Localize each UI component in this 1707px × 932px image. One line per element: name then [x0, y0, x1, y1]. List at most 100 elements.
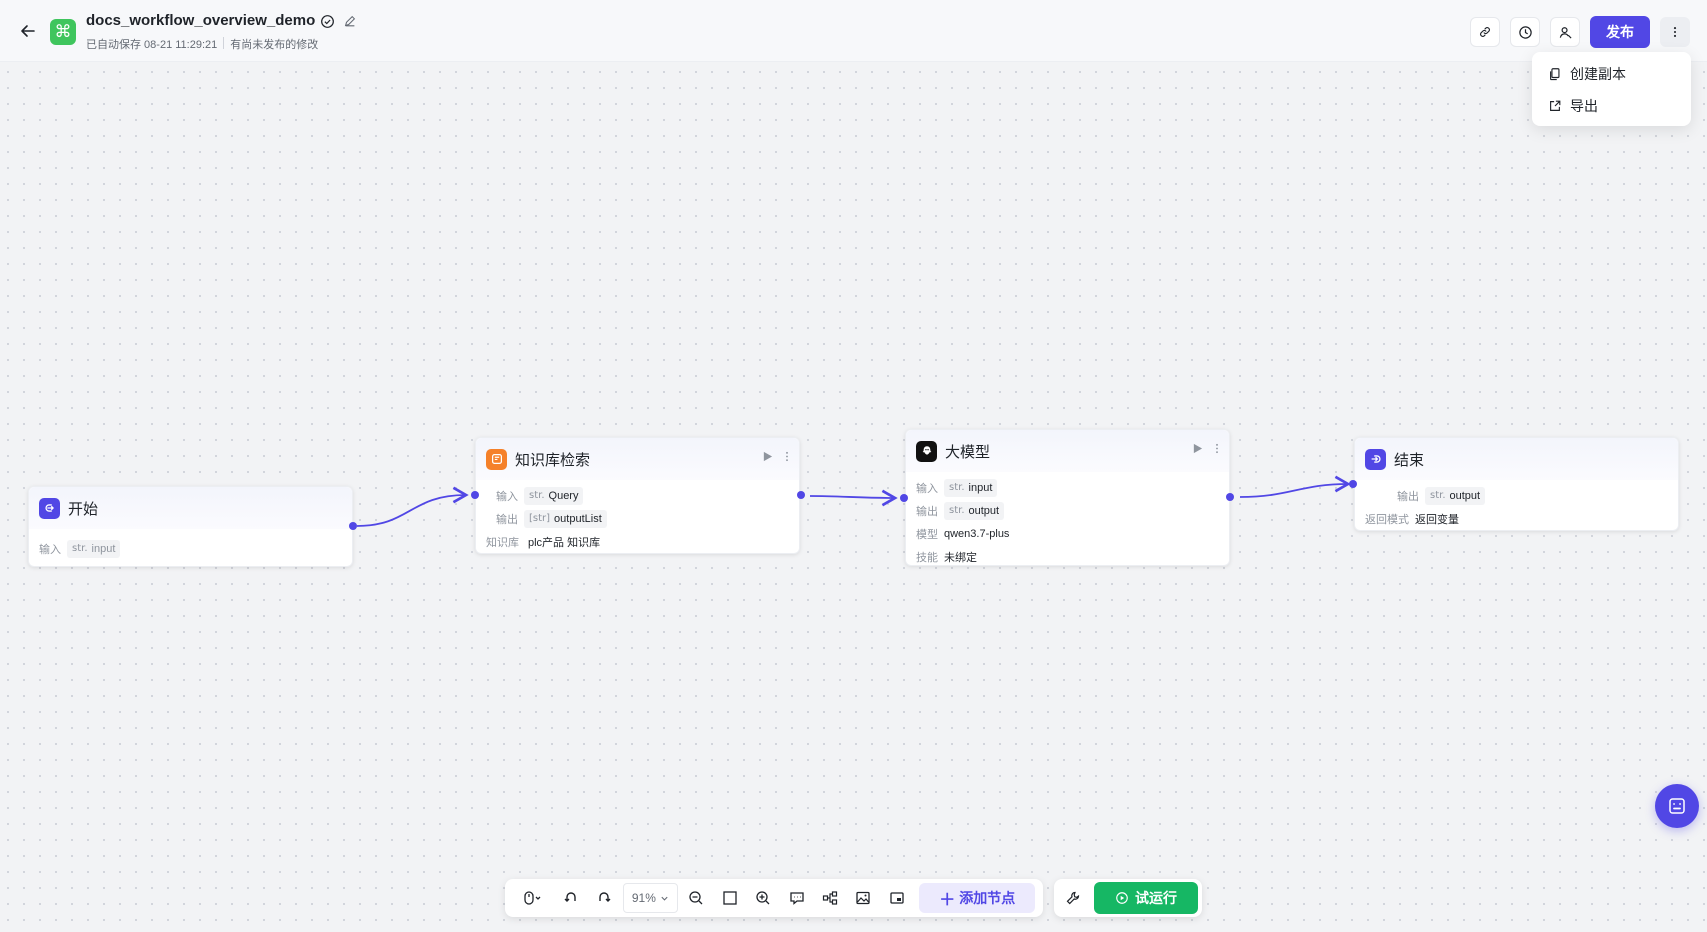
user-icon [1559, 26, 1572, 39]
verified-check-icon [320, 14, 335, 29]
return-mode-value: 返回变量 [1415, 513, 1459, 526]
variable-name: outputList [554, 512, 602, 525]
edge-start-to-kb [356, 486, 469, 527]
more-vertical-icon [1673, 27, 1677, 37]
return-mode-label: 返回模式 [1365, 513, 1409, 526]
export-icon [1550, 100, 1561, 111]
link-button[interactable] [1470, 17, 1500, 47]
app-logo-icon: ⌘ [50, 19, 76, 45]
input-label: 输入 [916, 482, 938, 495]
back-arrow-icon[interactable] [18, 21, 38, 41]
node-title: 结束 [1394, 451, 1425, 469]
zoom-out-button[interactable] [682, 883, 711, 913]
undo-button[interactable] [556, 883, 585, 913]
run-node-icon[interactable] [762, 451, 773, 462]
node-title: 大模型 [945, 443, 991, 461]
chevron-down-icon [661, 896, 668, 901]
node-more-icon[interactable] [785, 451, 789, 462]
zoom-in-button[interactable] [749, 883, 778, 913]
link-icon [1480, 27, 1490, 37]
wrench-icon [1066, 891, 1080, 905]
test-run-label: 试运行 [1135, 890, 1177, 906]
comment-icon [789, 892, 804, 905]
variable-name: output [968, 504, 1000, 517]
variable-name: output [1449, 489, 1481, 502]
menu-item-duplicate[interactable]: 创建副本 [1532, 58, 1691, 90]
type-label: str. [949, 482, 965, 493]
edit-pencil-icon[interactable] [343, 14, 358, 29]
variable-name: input [968, 481, 993, 494]
kb-input-port[interactable] [471, 491, 479, 499]
edge-kb-to-llm [809, 489, 898, 507]
image-export-button[interactable] [849, 883, 878, 913]
node-knowledge-search[interactable]: 知识库检索 输入 str. Query 输出 [str] outputList … [475, 437, 800, 554]
variable-tag: str. Query [524, 486, 584, 505]
add-node-label: 添加节点 [959, 890, 1016, 906]
skill-label: 技能 [916, 551, 938, 564]
end-input-port[interactable] [1349, 480, 1357, 488]
model-label: 模型 [916, 528, 938, 541]
header-bar: ⌘ docs_workflow_overview_demo 已自动保存 08-2… [0, 0, 1707, 62]
variable-name: input [91, 542, 116, 555]
zoom-in-icon [756, 891, 770, 905]
output-label: 输出 [916, 505, 938, 518]
variable-tag: str. output [944, 501, 1005, 520]
start-node-icon [39, 497, 60, 519]
plus-icon: ＋ [939, 892, 956, 909]
comment-button[interactable] [782, 883, 811, 913]
menu-item-label: 创建副本 [1570, 66, 1626, 82]
variable-tag: [str] outputList [524, 509, 607, 528]
pointer-mode-button[interactable] [513, 883, 552, 913]
redo-button[interactable] [590, 883, 619, 913]
play-circle-icon [1116, 892, 1128, 904]
debug-settings-button[interactable] [1058, 883, 1088, 913]
undo-icon [564, 892, 576, 902]
canvas-toolbar: 91% ＋ 添加节点 [505, 879, 1043, 917]
collaborator-button[interactable] [1550, 17, 1580, 47]
add-node-button[interactable]: ＋ 添加节点 [919, 883, 1035, 913]
node-end[interactable]: 结束 输出 str. output 返回模式 返回变量 [1354, 437, 1679, 531]
publish-button[interactable]: 发布 [1590, 16, 1650, 48]
input-label: 输入 [496, 490, 518, 503]
copy-icon [1550, 68, 1560, 81]
assistant-bot-button[interactable] [1655, 784, 1699, 828]
llm-output-port[interactable] [1226, 493, 1234, 501]
type-label: str. [72, 543, 88, 554]
output-label: 输出 [1397, 490, 1419, 503]
more-dropdown-menu: 创建副本 导出 [1532, 52, 1691, 126]
mouse-icon [523, 891, 541, 905]
clock-icon [1518, 25, 1532, 39]
fit-view-icon [723, 891, 737, 905]
zoom-value: 91% [631, 891, 656, 905]
node-title: 开始 [68, 500, 99, 518]
save-status: 已自动保存 08-21 11:29:21 有尚未发布的修改 [86, 36, 318, 52]
history-button[interactable] [1510, 17, 1540, 47]
fit-view-button[interactable] [715, 883, 744, 913]
variable-tag: str. input [67, 539, 121, 558]
node-more-icon[interactable] [1215, 443, 1219, 454]
test-run-button[interactable]: 试运行 [1094, 882, 1198, 914]
node-llm[interactable]: 大模型 输入 str. input 输出 str. output 模型 qwen… [905, 429, 1230, 566]
robot-icon [1669, 798, 1685, 814]
unpublished-text: 有尚未发布的修改 [230, 39, 319, 51]
workflow-title: docs_workflow_overview_demo [86, 12, 316, 29]
skill-value: 未绑定 [944, 551, 977, 564]
llm-input-port[interactable] [900, 494, 908, 502]
autosave-text: 已自动保存 08-21 11:29:21 [86, 39, 218, 51]
minimap-button[interactable] [882, 883, 911, 913]
start-output-port[interactable] [349, 522, 357, 530]
node-start[interactable]: 开始 输入 str. input [28, 486, 353, 567]
auto-layout-button[interactable] [815, 883, 844, 913]
zoom-select[interactable]: 91% [622, 883, 678, 913]
kb-output-port[interactable] [797, 491, 805, 499]
menu-item-label: 导出 [1570, 98, 1598, 114]
run-node-icon[interactable] [1192, 443, 1203, 454]
menu-item-export[interactable]: 导出 [1532, 90, 1691, 122]
variable-name: Query [548, 489, 579, 502]
end-node-icon [1365, 448, 1386, 470]
kb-label: 知识库 [486, 536, 519, 549]
llm-model-icon [916, 440, 937, 462]
input-label: 输入 [39, 543, 61, 556]
more-menu-button[interactable] [1660, 17, 1690, 47]
node-title: 知识库检索 [515, 451, 591, 469]
